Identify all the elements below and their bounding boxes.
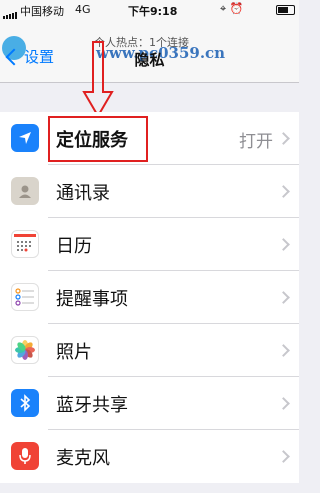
chevron-right-icon bbox=[277, 291, 290, 304]
page-title: 隐私 bbox=[134, 51, 165, 69]
calendar-icon bbox=[11, 230, 39, 258]
chevron-right-icon bbox=[277, 132, 290, 145]
status-time: 下午9:18 bbox=[128, 5, 178, 18]
list-item-microphone[interactable]: 麦克风 bbox=[0, 430, 299, 483]
status-icons: ⌖ ⏰ bbox=[220, 2, 244, 15]
privacy-settings-screen: 中国移动 4G 下午9:18 ⌖ ⏰ 个人热点：1个连接 www.pc0359.… bbox=[0, 0, 299, 493]
list-item-location-services[interactable]: 定位服务 打开 bbox=[0, 112, 299, 165]
chevron-right-icon bbox=[277, 344, 290, 357]
chevron-right-icon bbox=[277, 450, 290, 463]
chevron-right-icon bbox=[277, 185, 290, 198]
privacy-list: 定位服务 打开 通讯录 日历 提醒事项 照片 蓝牙共享 麦克风 bbox=[0, 112, 299, 483]
list-item-calendar[interactable]: 日历 bbox=[0, 218, 299, 271]
row-label: 提醒事项 bbox=[56, 289, 128, 310]
row-label: 麦克风 bbox=[56, 448, 110, 469]
battery-icon bbox=[276, 5, 295, 15]
contacts-icon bbox=[11, 177, 39, 205]
carrier-name: 中国移动 bbox=[20, 5, 64, 18]
signal-strength-icon bbox=[3, 6, 18, 19]
bluetooth-icon bbox=[11, 389, 39, 417]
network-type: 4G bbox=[75, 3, 91, 16]
reminders-icon bbox=[11, 283, 39, 311]
red-down-arrow-annotation bbox=[82, 41, 114, 118]
photos-icon bbox=[11, 336, 39, 364]
row-label: 通讯录 bbox=[56, 183, 110, 204]
row-label: 照片 bbox=[56, 342, 92, 363]
chevron-right-icon bbox=[277, 397, 290, 410]
list-item-contacts[interactable]: 通讯录 bbox=[0, 165, 299, 218]
location-arrow-icon bbox=[11, 124, 39, 152]
chevron-right-icon bbox=[277, 238, 290, 251]
list-item-photos[interactable]: 照片 bbox=[0, 324, 299, 377]
row-label: 日历 bbox=[56, 236, 92, 257]
navigation-bar: 个人热点：1个连接 www.pc0359.cn 设置 隐私 bbox=[0, 20, 299, 83]
row-value: 打开 bbox=[239, 132, 273, 152]
row-label: 蓝牙共享 bbox=[56, 395, 128, 416]
red-highlight-annotation bbox=[48, 116, 148, 162]
list-item-bluetooth-sharing[interactable]: 蓝牙共享 bbox=[0, 377, 299, 430]
microphone-icon bbox=[11, 442, 39, 470]
list-item-reminders[interactable]: 提醒事项 bbox=[0, 271, 299, 324]
status-bar: 中国移动 4G 下午9:18 ⌖ ⏰ bbox=[0, 0, 299, 20]
